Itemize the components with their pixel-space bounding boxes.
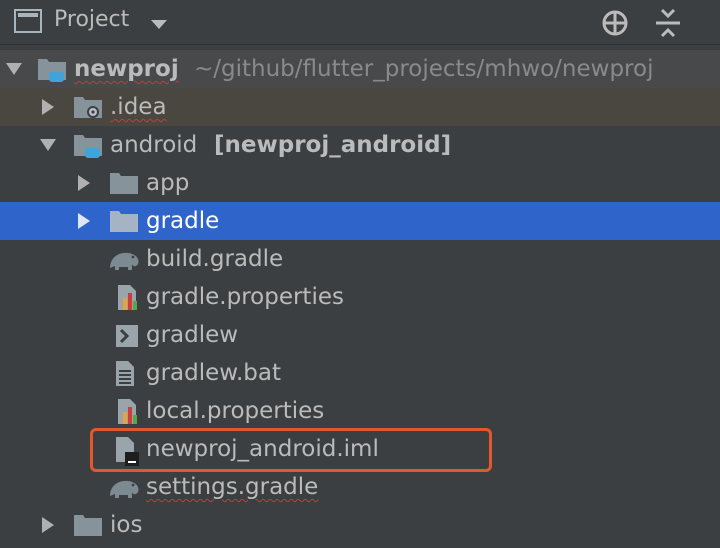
locate-file-icon[interactable] [600,8,630,42]
folder-icon [108,164,142,206]
project-name: newproj [74,56,179,82]
tree-node-settings-gradle[interactable]: settings.gradle [0,468,720,506]
properties-file-icon [110,278,142,320]
tree-node-ios[interactable]: ios [0,506,720,544]
flutter-module-folder-icon [36,50,70,92]
tree-label: app [146,170,190,196]
tree-label: local.properties [146,398,325,424]
highlight-annotation-box [90,428,492,472]
folder-icon [108,202,142,244]
tree-node-newproj[interactable]: newproj ~/github/flutter_projects/mhwo/n… [0,50,720,88]
tree-label: .idea [110,94,167,120]
tree-node-local-properties[interactable]: local.properties [0,392,720,430]
expand-arrow-collapsed-icon[interactable] [74,164,94,206]
shell-script-icon [110,316,142,358]
tree-label: android [110,132,198,158]
tree-label: gradlew.bat [146,360,282,386]
tree-node-gradlew-bat[interactable]: gradlew.bat [0,354,720,392]
folder-icon [72,506,106,548]
tree-label: settings.gradle [146,474,319,500]
tree-node-build-gradle[interactable]: build.gradle [0,240,720,278]
project-view-icon [14,9,42,37]
tree-node-gradle[interactable]: gradle [0,202,720,240]
expand-arrow-expanded-icon[interactable] [38,126,58,168]
tree-label: gradlew [146,322,239,348]
tree-label: build.gradle [146,246,284,272]
tree-node-gradlew[interactable]: gradlew [0,316,720,354]
expand-arrow-collapsed-icon[interactable] [38,506,58,548]
tree-node-app[interactable]: app [0,164,720,202]
settings-folder-icon [72,88,106,130]
project-path: ~/github/flutter_projects/mhwo/newproj [194,56,654,82]
expand-arrow-collapsed-icon[interactable] [74,202,94,244]
tree-label: gradle.properties [146,284,344,310]
text-file-icon [110,354,142,396]
tree-label: gradle [146,208,220,234]
expand-arrow-expanded-icon[interactable] [4,50,24,92]
project-tool-window-header: Project [0,0,720,45]
tree-label: ios [110,512,143,538]
flutter-module-folder-icon [72,126,106,168]
project-view-selector[interactable]: Project [54,7,129,32]
expand-arrow-collapsed-icon[interactable] [38,88,58,130]
collapse-all-icon[interactable] [654,8,682,42]
gradle-elephant-icon [106,468,142,510]
tree-node-gradle-properties[interactable]: gradle.properties [0,278,720,316]
module-name: [newproj_android] [214,132,452,158]
gradle-elephant-icon [106,240,142,282]
tree-node-android[interactable]: android [newproj_android] [0,126,720,164]
tree-node-idea[interactable]: .idea [0,88,720,126]
chevron-down-icon[interactable] [150,16,168,35]
